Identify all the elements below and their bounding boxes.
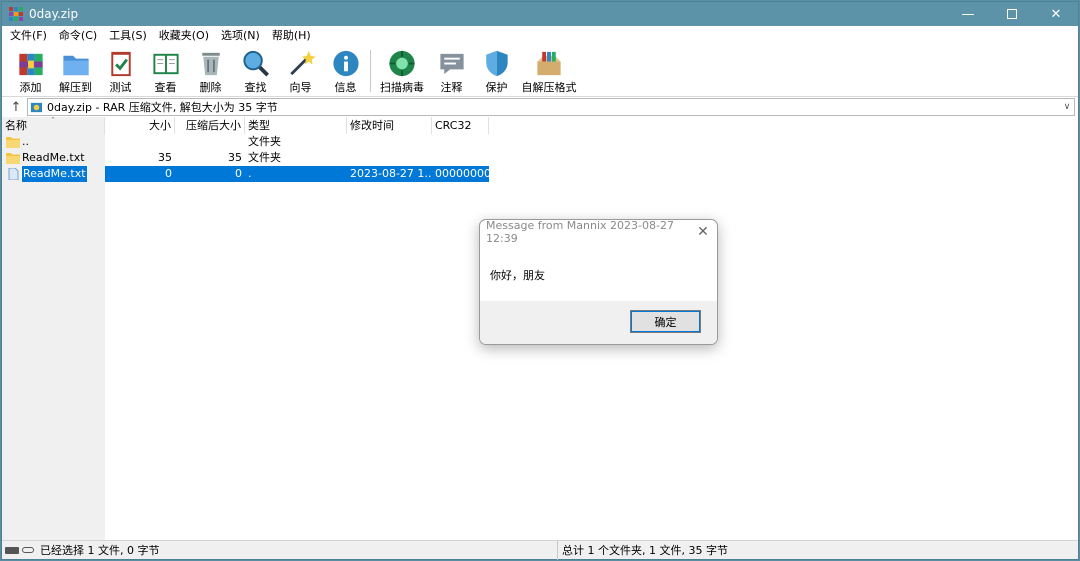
shield-icon [485,50,508,77]
chevron-down-icon[interactable]: ∨ [1060,102,1074,112]
delete-button[interactable]: 删除 [188,48,233,94]
comment-button[interactable]: 注释 [429,48,474,94]
trash-icon [201,52,220,76]
menu-bar: 文件(F) 命令(C) 工具(S) 收藏夹(O) 选项(N) 帮助(H) [2,26,1078,45]
col-modified[interactable]: 修改时间 [347,117,432,134]
toolbar-separator [370,50,371,92]
sfx-button[interactable]: 自解压格式 [519,48,579,94]
file-icon [8,168,19,180]
menu-commands[interactable]: 命令(C) [53,26,103,45]
extract-to-button[interactable]: 解压到 [53,48,98,94]
file-list: .. 文件夹 ReadMe.txt 35 35 文件夹 ReadMe.txt 0… [2,134,489,182]
virus-scan-button[interactable]: 扫描病毒 [375,48,429,94]
row-size: 0 [105,166,175,182]
minimize-icon: — [961,6,975,22]
row-packed [175,134,245,150]
col-type[interactable]: 类型 [245,117,347,134]
menu-file[interactable]: 文件(F) [4,26,53,45]
row-crc [432,150,489,166]
add-archive-icon [18,53,43,76]
info-icon [332,50,359,77]
dialog-title: Message from Mannix 2023-08-27 12:39 [486,219,674,245]
wizard-button[interactable]: 向导 [278,48,323,94]
folder-icon [6,137,20,148]
table-row[interactable]: .. 文件夹 [2,134,489,150]
col-packed-size[interactable]: 压缩后大小 [175,117,245,134]
ok-button[interactable]: 确定 [630,310,701,333]
wizard-wand-icon [289,50,316,76]
row-crc [432,134,489,150]
up-folder-button[interactable]: ↑ [5,98,27,116]
row-type: 文件夹 [248,135,281,148]
protect-button[interactable]: 保护 [474,48,519,94]
comment-icon [439,53,464,75]
maximize-button[interactable] [990,2,1034,26]
address-field[interactable]: 0day.zip - RAR 压缩文件, 解包大小为 35 字节 ∨ [27,98,1075,116]
col-size[interactable]: 大小 [105,117,175,134]
toolbar: 添加 解压到 测试 查看 删除 查找 向导 信息 扫描病毒 注释 保护 自解压格… [2,45,1078,97]
status-total: 总计 1 个文件夹, 1 文件, 35 字节 [562,544,728,557]
arrow-up-icon: ↑ [10,99,22,115]
row-modified: 2023-08-27 1... [347,166,432,182]
dialog-footer: 确定 [480,301,717,344]
magnifier-icon [242,50,269,77]
row-packed: 35 [228,151,242,164]
row-type: . [245,166,347,182]
menu-favorites[interactable]: 收藏夹(O) [153,26,215,45]
menu-options[interactable]: 选项(N) [215,26,266,45]
test-clipboard-icon [110,51,131,77]
minimize-button[interactable]: — [946,2,990,26]
menu-tools[interactable]: 工具(S) [103,26,153,45]
drive-icon[interactable] [5,546,19,554]
dialog-title-bar[interactable]: Message from Mannix 2023-08-27 12:39 ✕ [480,219,717,245]
row-name: .. [22,135,29,148]
address-bar: ↑ 0day.zip - RAR 压缩文件, 解包大小为 35 字节 ∨ [2,97,1078,117]
extract-folder-icon [62,55,89,76]
row-modified [347,134,432,150]
message-dialog: Message from Mannix 2023-08-27 12:39 ✕ 你… [479,219,718,345]
winrar-app-icon [9,7,23,21]
close-button[interactable]: ✕ [1034,2,1078,26]
archive-icon [30,102,43,112]
view-button[interactable]: 查看 [143,48,188,94]
sfx-box-icon [537,51,561,76]
folder-icon [6,153,20,164]
dialog-close-icon[interactable]: ✕ [689,224,717,240]
add-button[interactable]: 添加 [8,48,53,94]
info-button[interactable]: 信息 [323,48,368,94]
view-book-icon [152,53,179,75]
window-title: 0day.zip [29,7,79,21]
close-icon: ✕ [1050,6,1062,22]
find-button[interactable]: 查找 [233,48,278,94]
row-name: ReadMe.txt [21,166,88,182]
address-text: 0day.zip - RAR 压缩文件, 解包大小为 35 字节 [47,101,278,114]
status-bar: 已经选择 1 文件, 0 字节 总计 1 个文件夹, 1 文件, 35 字节 [2,540,1078,560]
row-size: 35 [158,151,172,164]
row-name: ReadMe.txt [22,151,85,164]
row-modified [347,150,432,166]
test-button[interactable]: 测试 [98,48,143,94]
dialog-message: 你好，朋友 [490,269,545,282]
col-name[interactable]: 名称 ˄ [2,117,105,134]
maximize-icon [1007,9,1017,19]
row-crc: 00000000 [432,166,489,182]
row-type: 文件夹 [248,151,281,164]
virus-scan-icon [389,50,415,77]
title-bar[interactable]: 0day.zip — ✕ [2,2,1078,26]
status-selection: 已经选择 1 文件, 0 字节 [38,540,558,560]
table-row-selected[interactable]: ReadMe.txt 0 0 . 2023-08-27 1... 0000000… [2,166,489,182]
table-row[interactable]: ReadMe.txt 35 35 文件夹 [2,150,489,166]
row-packed: 0 [175,166,245,182]
sort-up-icon: ˄ [51,117,55,125]
key-icon[interactable] [22,547,34,553]
row-size [105,134,175,150]
menu-help[interactable]: 帮助(H) [266,26,317,45]
col-crc32[interactable]: CRC32 [432,117,489,134]
list-header: 名称 ˄ 大小 压缩后大小 类型 修改时间 CRC32 [2,117,489,134]
